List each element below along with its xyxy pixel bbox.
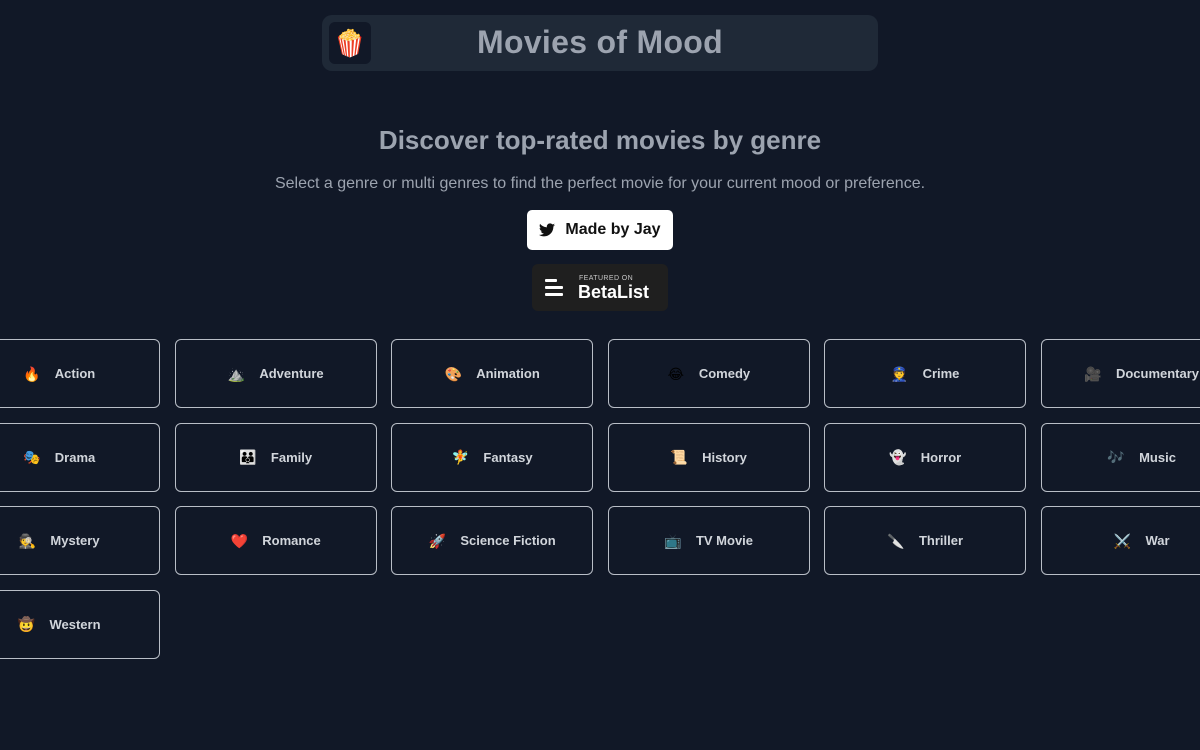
genre-label: Family [270, 449, 313, 465]
genre-button-drama[interactable]: 🎭 Drama [0, 422, 160, 492]
genre-label: Comedy [698, 366, 751, 381]
genre-button-action[interactable]: 🔥 Action [0, 339, 160, 408]
genre-button-horror[interactable]: 👻 Horror [824, 422, 1026, 492]
genre-button-animation[interactable]: 🎨 Animation [391, 339, 593, 408]
genre-label: Music [1139, 449, 1176, 465]
genre-button-science-fiction[interactable]: 🚀 Science Fiction [391, 506, 593, 575]
genre-emoji-icon: 🎭 [23, 449, 41, 465]
genre-emoji-icon: 🔥 [23, 365, 41, 382]
betalist-logo-icon [545, 279, 565, 297]
header-bar: 🍿 Movies of Mood [322, 15, 878, 71]
genre-button-war[interactable]: ⚔️ War [1040, 506, 1200, 575]
genre-emoji-icon: 🕵️ [18, 532, 37, 549]
genre-button-crime[interactable]: 👮 Crime [824, 339, 1026, 408]
betalist-brand: BetaList [578, 282, 650, 302]
genre-label: Thriller [918, 533, 964, 548]
genre-button-family[interactable]: 👪 Family [174, 422, 377, 492]
app-title: Movies of Mood [477, 24, 723, 60]
betalist-badge[interactable]: FEATURED ON BetaList [532, 264, 668, 311]
genre-emoji-icon: 🧚 [451, 449, 470, 465]
made-by-label: Made by Jay [565, 221, 661, 238]
genre-label: Horror [920, 449, 962, 465]
hero-title: Discover top-rated movies by genre [378, 125, 822, 155]
genre-label: Documentary [1115, 366, 1200, 381]
genre-label: Western [49, 616, 101, 632]
genre-label: Action [54, 366, 96, 381]
genre-grid: 🔥 Action ⛰️ Adventure 🎨 Animation 😂 Comedy 👮 Crim… [0, 339, 1200, 659]
genre-button-history[interactable]: 📜 History [607, 422, 810, 492]
genre-label: Crime [922, 366, 960, 381]
genre-button-tv-movie[interactable]: 📺 TV Movie [607, 506, 810, 575]
genre-emoji-icon: 📺 [664, 532, 682, 549]
genre-button-thriller[interactable]: 🔪 Thriller [824, 506, 1026, 575]
genre-label: Drama [54, 449, 96, 465]
genre-button-music[interactable]: 🎶 Music [1040, 422, 1200, 492]
betalist-featured-text: FEATURED ON [579, 275, 634, 282]
genre-emoji-icon: 📜 [670, 449, 688, 465]
genre-label: Science Fiction [460, 533, 556, 548]
genre-emoji-icon: 🤠 [17, 616, 36, 632]
genre-label: TV Movie [695, 533, 754, 548]
genre-emoji-icon: 👪 [239, 449, 257, 465]
genre-button-adventure[interactable]: ⛰️ Adventure [174, 339, 377, 408]
twitter-icon [539, 223, 556, 237]
genre-emoji-icon: 🎥 [1084, 365, 1102, 382]
genre-label: Adventure [259, 366, 324, 381]
genre-emoji-icon: 🎶 [1107, 449, 1125, 465]
genre-label: Romance [262, 533, 321, 548]
genre-emoji-icon: ⚔️ [1113, 532, 1132, 549]
genre-emoji-icon: 🔪 [887, 532, 905, 549]
genre-button-documentary[interactable]: 🎥 Documentary [1040, 339, 1200, 408]
genre-emoji-icon: 😂 [667, 365, 685, 382]
genre-label: War [1145, 533, 1170, 548]
genre-label: Fantasy [483, 449, 533, 465]
made-by-button[interactable]: Made by Jay [527, 210, 673, 250]
genre-emoji-icon: 🎨 [444, 365, 462, 382]
genre-emoji-icon: 👻 [889, 449, 907, 465]
genre-button-western[interactable]: 🤠 Western [0, 589, 160, 659]
genre-button-comedy[interactable]: 😂 Comedy [607, 339, 810, 408]
hero-subtitle: Select a genre or multi genres to find t… [274, 175, 926, 192]
genre-label: Animation [476, 366, 540, 381]
genre-emoji-icon: 🚀 [428, 532, 447, 549]
genre-label: Mystery [50, 533, 100, 548]
genre-emoji-icon: 👮 [890, 365, 909, 382]
genre-button-romance[interactable]: ❤️ Romance [174, 506, 377, 575]
page: 🍿 Movies of Mood Discover top-rated movi… [0, 0, 1200, 750]
genre-emoji-icon: ❤️ [230, 532, 248, 549]
genre-button-mystery[interactable]: 🕵️ Mystery [0, 506, 160, 575]
genre-button-fantasy[interactable]: 🧚 Fantasy [391, 422, 593, 492]
genre-label: History [702, 449, 747, 465]
genre-emoji-icon: ⛰️ [227, 365, 246, 382]
